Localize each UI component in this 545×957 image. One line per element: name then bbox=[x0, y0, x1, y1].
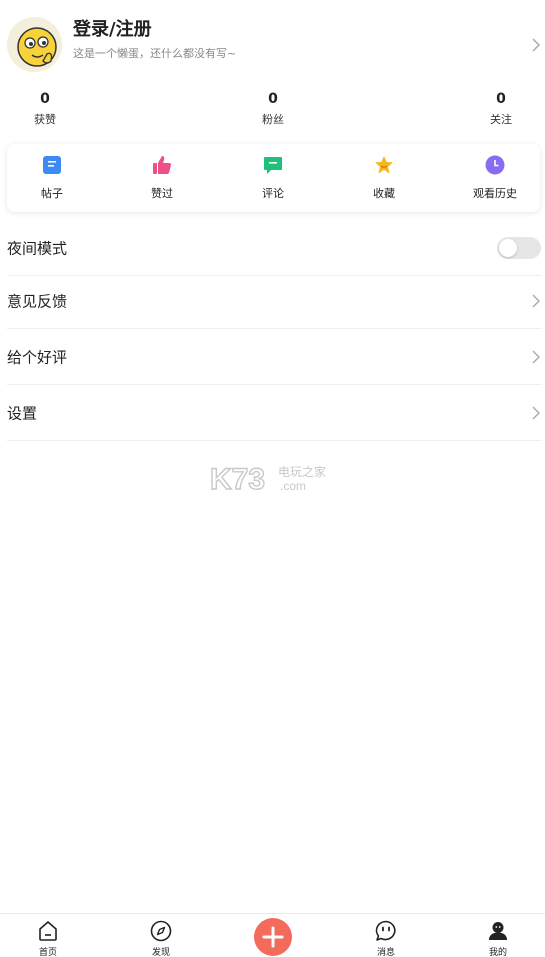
stat-likes[interactable]: 0 获赞 bbox=[5, 90, 85, 128]
night-mode-row: 夜间模式 bbox=[7, 220, 541, 276]
avatar-emoji-icon bbox=[7, 17, 62, 72]
stat-likes-label: 获赞 bbox=[34, 113, 56, 126]
settings-label: 设置 bbox=[7, 404, 38, 422]
rate-label: 给个好评 bbox=[7, 348, 68, 366]
shortcut-posts[interactable]: 帖子 bbox=[7, 144, 97, 212]
shortcut-liked[interactable]: 赞过 bbox=[117, 144, 207, 212]
shortcut-comments[interactable]: 评论 bbox=[228, 144, 318, 212]
shortcut-posts-label: 帖子 bbox=[41, 187, 63, 200]
shortcut-liked-label: 赞过 bbox=[151, 187, 173, 200]
nav-home-label: 首页 bbox=[38, 948, 57, 957]
shortcut-history[interactable]: 观看历史 bbox=[450, 144, 540, 212]
nav-home[interactable]: 首页 bbox=[8, 914, 88, 957]
stat-following-label: 关注 bbox=[490, 113, 512, 126]
profile-description: 这是一个懒蛋，还什么都没有写~ bbox=[73, 47, 237, 60]
compass-icon bbox=[150, 920, 172, 942]
k73-watermark: K73 电玩之家 .com bbox=[209, 460, 340, 496]
watermark-site-dot: .com bbox=[280, 479, 306, 493]
toggle-knob bbox=[499, 238, 517, 257]
shortcut-favorites-label: 收藏 bbox=[373, 187, 395, 200]
stat-fans-label: 粉丝 bbox=[262, 113, 284, 126]
shortcut-favorites[interactable]: 收藏 bbox=[339, 144, 429, 212]
thumbs-up-icon bbox=[153, 156, 171, 174]
night-mode-label: 夜间模式 bbox=[7, 239, 68, 257]
profile-header[interactable]: 登录/注册 这是一个懒蛋，还什么都没有写~ bbox=[0, 0, 545, 86]
stat-following-value: 0 bbox=[496, 91, 506, 107]
nav-discover-label: 发现 bbox=[151, 948, 170, 957]
publish-button[interactable] bbox=[254, 918, 292, 956]
clock-icon bbox=[485, 155, 505, 175]
shortcut-history-label: 观看历史 bbox=[473, 187, 517, 200]
nav-mine-label: 我的 bbox=[488, 948, 507, 957]
star-icon bbox=[375, 156, 393, 174]
plus-icon bbox=[262, 926, 284, 948]
night-mode-toggle[interactable] bbox=[497, 236, 541, 259]
shortcut-comments-label: 评论 bbox=[262, 187, 284, 200]
home-icon bbox=[39, 921, 57, 941]
avatar[interactable] bbox=[7, 17, 62, 72]
k73-logo: K73 电玩之家 .com bbox=[209, 462, 326, 496]
document-icon bbox=[43, 156, 61, 174]
feedback-label: 意见反馈 bbox=[7, 292, 68, 310]
message-icon bbox=[375, 920, 396, 941]
settings-row[interactable]: 设置 bbox=[7, 385, 541, 441]
chevron-right-icon bbox=[532, 350, 540, 363]
chevron-right-icon[interactable] bbox=[530, 38, 542, 52]
nav-discover[interactable]: 发现 bbox=[121, 914, 201, 957]
chevron-right-icon bbox=[532, 406, 540, 419]
nav-mine[interactable]: 我的 bbox=[458, 914, 538, 957]
chevron-right-icon bbox=[532, 294, 540, 307]
stat-likes-value: 0 bbox=[40, 91, 50, 107]
watermark-brand: K73 bbox=[210, 463, 265, 496]
nav-messages-label: 消息 bbox=[376, 948, 395, 957]
user-icon bbox=[489, 922, 507, 940]
comment-icon bbox=[264, 157, 282, 174]
nav-messages[interactable]: 消息 bbox=[346, 914, 426, 957]
login-register-title[interactable]: 登录/注册 bbox=[73, 15, 152, 41]
stat-fans[interactable]: 0 粉丝 bbox=[233, 90, 313, 128]
stat-following[interactable]: 0 关注 bbox=[461, 90, 541, 128]
feedback-row[interactable]: 意见反馈 bbox=[7, 273, 541, 329]
watermark-site-cn: 电玩之家 bbox=[278, 464, 326, 479]
rate-row[interactable]: 给个好评 bbox=[7, 329, 541, 385]
stats-bar: 0 获赞 0 粉丝 0 关注 bbox=[0, 90, 545, 130]
shortcut-card: 帖子 赞过 评论 收藏 观看历史 bbox=[7, 144, 540, 212]
stat-fans-value: 0 bbox=[268, 91, 278, 107]
